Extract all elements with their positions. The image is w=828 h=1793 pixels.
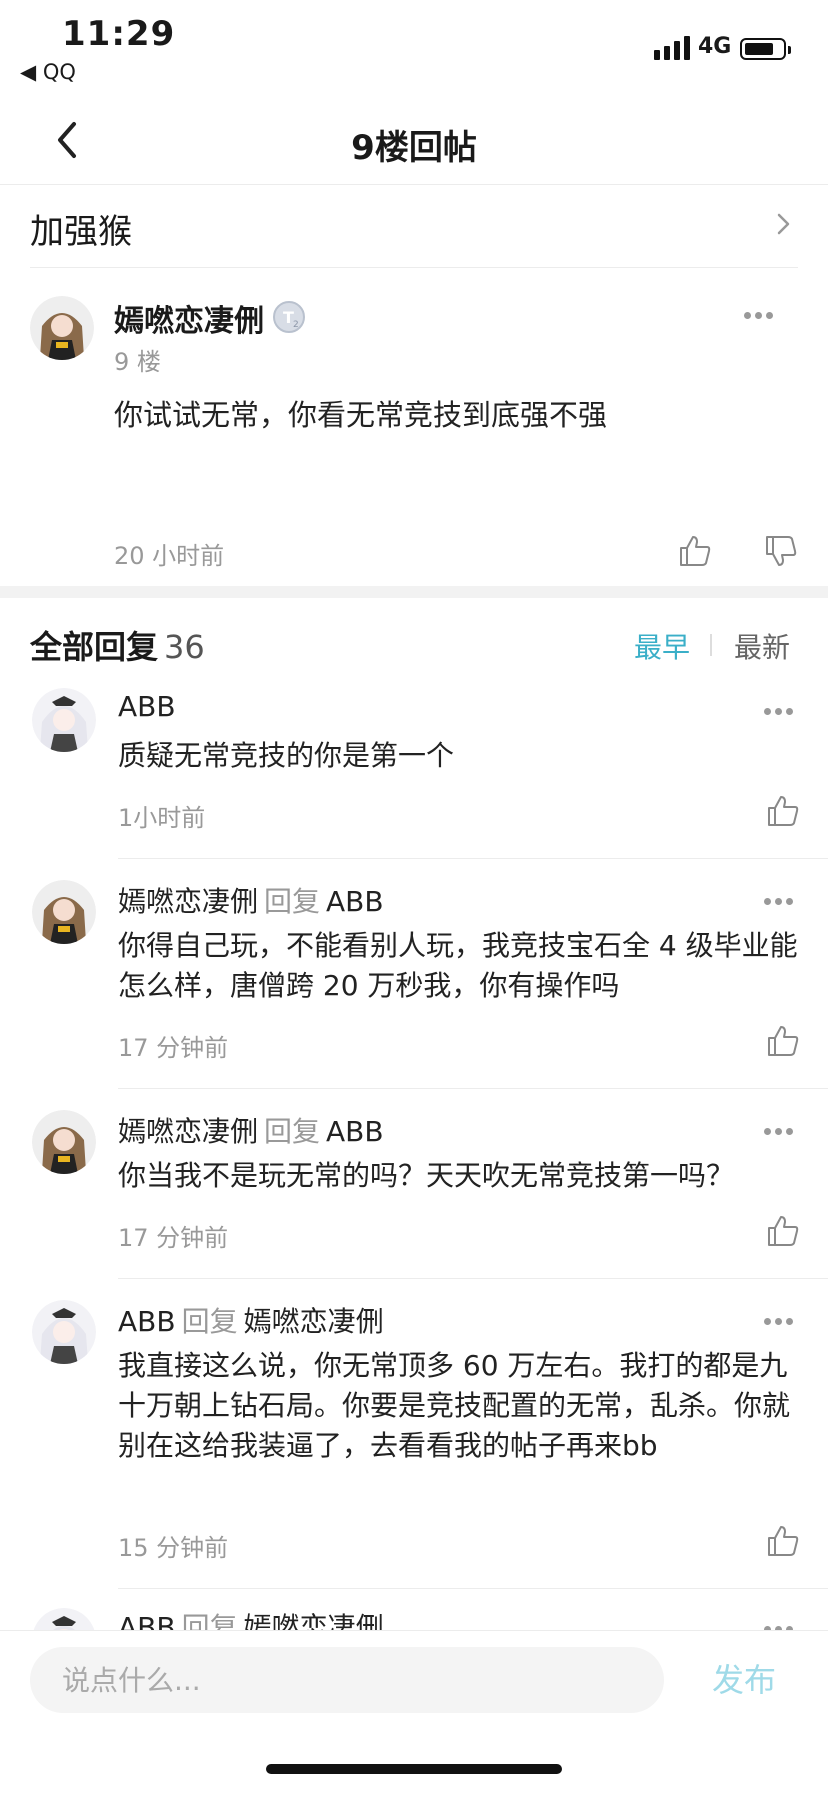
reply-target[interactable]: 嫣嘫恋凄侀	[244, 1305, 384, 1338]
reply-user[interactable]: 嫣嘫恋凄侀	[118, 885, 258, 918]
reply-target[interactable]: ABB	[326, 1115, 384, 1148]
signal-icon	[654, 36, 690, 60]
divider	[30, 267, 798, 268]
post-body: 你试试无常，你看无常竞技到底强不强	[114, 398, 608, 432]
level-badge-icon: T 2	[273, 301, 305, 333]
divider	[118, 1088, 828, 1089]
reply-author[interactable]: 嫣嘫恋凄侀 回复 ABB	[118, 1110, 384, 1150]
network-label: 4G	[698, 34, 732, 59]
home-indicator[interactable]	[266, 1764, 562, 1774]
reply-user[interactable]: 嫣嘫恋凄侀	[118, 1115, 258, 1148]
reply-author[interactable]: ABB	[118, 690, 176, 723]
floor-label: 9 楼	[114, 348, 161, 376]
divider	[118, 1278, 828, 1279]
reply-time: 1小时前	[118, 804, 206, 832]
reply-text: 质疑无常竞技的你是第一个	[118, 739, 455, 772]
page-title: 9楼回帖	[351, 128, 477, 168]
divider	[118, 1588, 828, 1589]
thumbs-up-icon[interactable]	[766, 1024, 800, 1058]
replies-label: 全部回复	[30, 628, 159, 666]
more-icon[interactable]	[764, 1120, 800, 1135]
more-icon[interactable]	[764, 1310, 800, 1325]
reply-time: 17 分钟前	[118, 1034, 229, 1062]
reply-verb: 回复	[264, 1115, 321, 1148]
reply-time: 15 分钟前	[118, 1534, 229, 1562]
sort-latest-tab[interactable]: 最新	[734, 626, 790, 666]
svg-text:2: 2	[293, 320, 299, 330]
post-author[interactable]: 嫣嘫恋凄侀	[114, 296, 264, 340]
thumbs-up-icon[interactable]	[766, 1214, 800, 1248]
more-icon[interactable]	[744, 304, 780, 319]
reply-author[interactable]: 嫣嘫恋凄侀 回复 ABB	[118, 880, 384, 920]
post-time: 20 小时前	[114, 542, 225, 570]
reply-target[interactable]: ABB	[326, 885, 384, 918]
more-icon[interactable]	[764, 890, 800, 905]
comment-input[interactable]	[30, 1647, 664, 1713]
chevron-right-icon	[777, 213, 790, 235]
publish-button[interactable]: 发布	[712, 1655, 776, 1701]
thumbs-up-icon[interactable]	[766, 794, 800, 828]
reply-user[interactable]: ABB	[118, 690, 176, 723]
avatar[interactable]	[30, 296, 94, 360]
reply-time: 17 分钟前	[118, 1224, 229, 1252]
avatar[interactable]	[32, 1110, 96, 1174]
thumbs-up-icon[interactable]	[678, 534, 712, 568]
status-time: 11:29	[62, 14, 176, 54]
thumbs-down-icon[interactable]	[764, 534, 798, 568]
reply-verb: 回复	[264, 885, 321, 918]
more-icon[interactable]	[764, 1618, 800, 1633]
status-bar: 11:29 ◀ QQ 4G	[0, 0, 828, 96]
divider	[710, 634, 712, 656]
back-to-app-link[interactable]: ◀ QQ	[20, 60, 76, 84]
section-divider	[0, 586, 828, 598]
forum-link-row[interactable]: 加强猴	[0, 184, 828, 268]
replies-header: 全部回复 36	[30, 622, 205, 668]
reply-verb: 回复	[181, 1305, 238, 1338]
forum-name: 加强猴	[30, 212, 132, 252]
battery-icon	[740, 38, 791, 60]
replies-count: 36	[164, 628, 205, 666]
more-icon[interactable]	[764, 700, 800, 715]
reply-text: 我直接这么说，你无常顶多 60 万左右。我打的都是九十万朝上钻石局。你要是竞技配…	[118, 1349, 791, 1462]
avatar[interactable]	[32, 880, 96, 944]
nav-bar: 9楼回帖	[0, 96, 828, 185]
avatar[interactable]	[32, 1300, 96, 1364]
sort-earliest-tab[interactable]: 最早	[634, 626, 690, 666]
divider	[118, 858, 828, 859]
reply-text: 你得自己玩，不能看别人玩，我竞技宝石全 4 级毕业能怎么样，唐僧跨 20 万秒我…	[118, 929, 798, 1002]
reply-user[interactable]: ABB	[118, 1305, 176, 1338]
avatar[interactable]	[32, 688, 96, 752]
reply-text: 你当我不是玩无常的吗？天天吹无常竞技第一吗？	[118, 1159, 735, 1192]
thumbs-up-icon[interactable]	[766, 1524, 800, 1558]
reply-author[interactable]: ABB 回复 嫣嘫恋凄侀	[118, 1300, 384, 1340]
